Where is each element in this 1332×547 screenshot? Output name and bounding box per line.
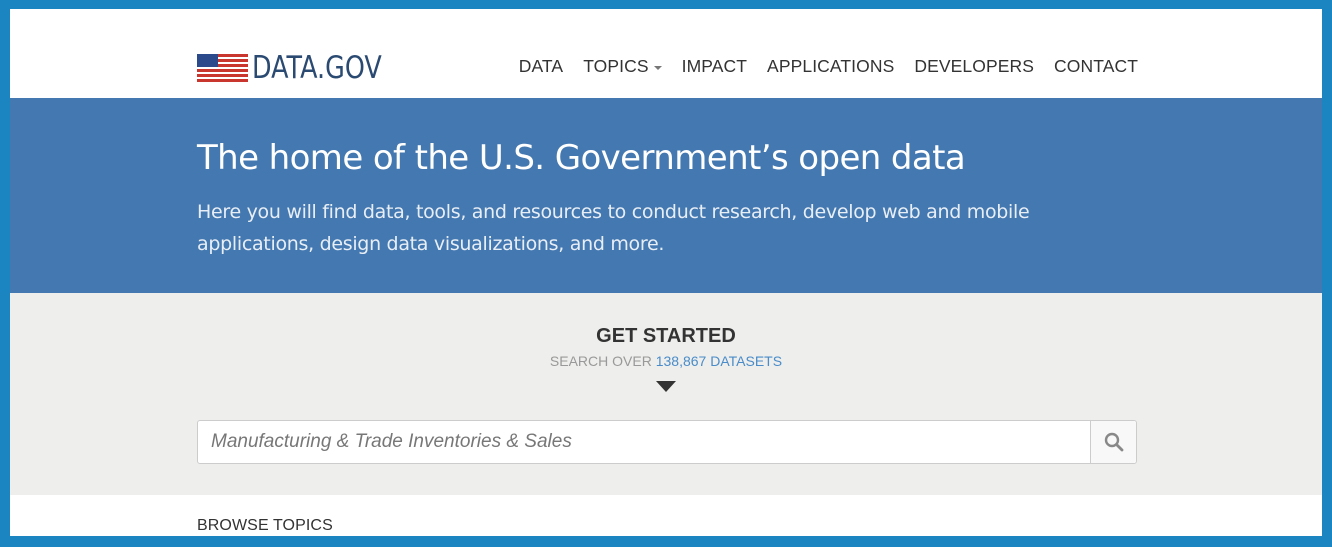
nav-item-label: APPLICATIONS (767, 56, 895, 76)
nav-item-label: TOPICS (583, 56, 649, 76)
datagov-logo-link[interactable]: DATA.GOV (197, 51, 410, 85)
nav-item-label: IMPACT (681, 56, 748, 76)
dataset-search-form (197, 420, 1137, 464)
get-started-subtitle: SEARCH OVER 138,867 DATASETS (10, 353, 1322, 369)
nav-item-developers[interactable]: DEVELOPERS (914, 56, 1034, 77)
dataset-count-link[interactable]: 138,867 DATASETS (656, 353, 782, 369)
get-started-title: GET STARTED (596, 325, 736, 347)
subtitle-prefix: SEARCH OVER (549, 353, 656, 369)
us-flag-icon (197, 54, 248, 82)
hero-banner: The home of the U.S. Government’s open d… (10, 98, 1322, 293)
hero-title: The home of the U.S. Government’s open d… (197, 138, 966, 178)
nav-item-contact[interactable]: CONTACT (1054, 56, 1138, 77)
nav-item-label: DEVELOPERS (914, 56, 1035, 76)
get-started-section: GET STARTED SEARCH OVER 138,867 DATASETS (10, 293, 1322, 495)
logo-text: DATA.GOV (252, 50, 382, 86)
nav-item-label: DATA (518, 56, 564, 76)
hero-description: Here you will find data, tools, and reso… (197, 201, 1030, 255)
page-frame: DATA.GOV DATA TOPICS IMPACT APPLICATIONS… (10, 9, 1322, 536)
nav-item-data[interactable]: DATA (519, 56, 563, 77)
caret-down-icon (653, 65, 662, 70)
search-input[interactable] (198, 421, 1090, 463)
search-button[interactable] (1090, 421, 1136, 463)
nav-item-label: CONTACT (1054, 56, 1138, 76)
nav-item-impact[interactable]: IMPACT (682, 56, 747, 77)
site-header: DATA.GOV DATA TOPICS IMPACT APPLICATIONS… (10, 9, 1322, 98)
search-icon (1104, 432, 1123, 452)
browse-topics-title: BROWSE TOPICS (197, 517, 333, 534)
main-nav: DATA TOPICS IMPACT APPLICATIONS DEVELOPE… (499, 56, 1138, 77)
nav-item-topics[interactable]: TOPICS (583, 56, 662, 77)
triangle-down-icon (656, 381, 676, 392)
nav-item-applications[interactable]: APPLICATIONS (767, 56, 894, 77)
browse-topics-section: BROWSE TOPICS (10, 495, 1322, 536)
